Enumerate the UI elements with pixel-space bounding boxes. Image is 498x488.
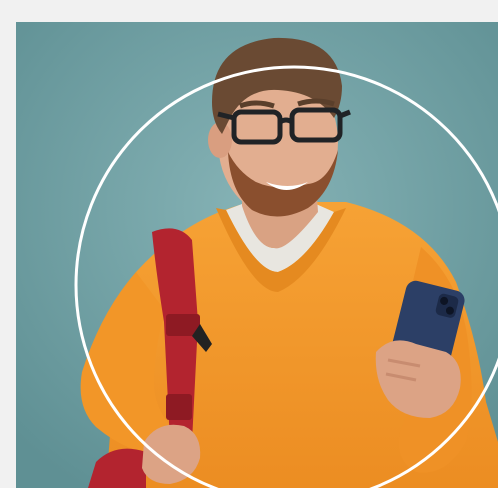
hero-illustration — [16, 22, 498, 488]
hero-image-card — [16, 22, 498, 488]
